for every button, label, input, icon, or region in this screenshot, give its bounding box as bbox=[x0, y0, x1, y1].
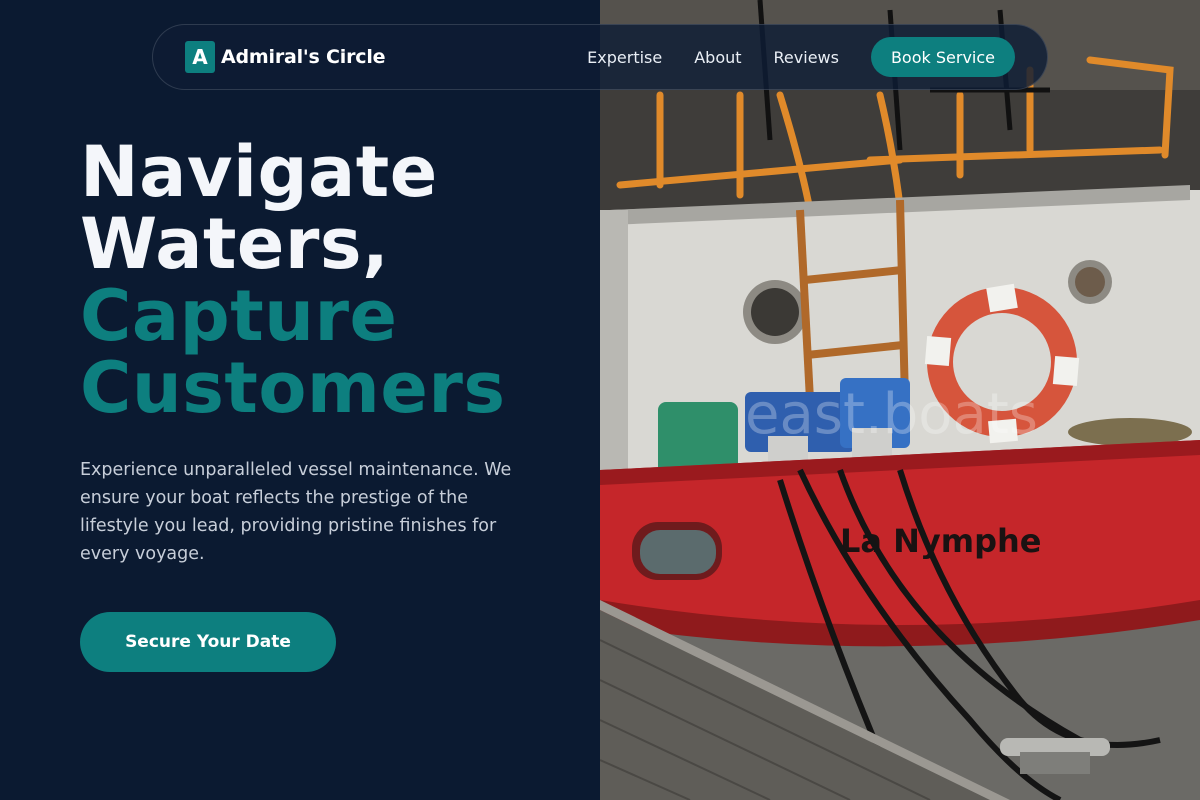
hero-description: Experience unparalleled vessel maintenan… bbox=[80, 460, 512, 564]
nav-link-about[interactable]: About bbox=[694, 48, 741, 67]
hero-heading: Navigate Waters, Capture Customers bbox=[80, 136, 560, 424]
brand-logo[interactable]: A Admiral's Circle bbox=[185, 41, 386, 73]
hero-section: Navigate Waters, Capture Customers Exper… bbox=[80, 136, 560, 672]
hero-photo: La Nymphe east.boats bbox=[600, 0, 1200, 800]
watermark-text: east.boats bbox=[745, 382, 1038, 447]
nav-link-expertise[interactable]: Expertise bbox=[587, 48, 662, 67]
top-navbar: A Admiral's Circle Expertise About Revie… bbox=[152, 24, 1048, 90]
hero-heading-line-1: Navigate bbox=[80, 131, 438, 213]
hero-heading-line-3: Capture bbox=[80, 275, 398, 357]
secure-date-button[interactable]: Secure Your Date bbox=[80, 612, 336, 672]
hero-heading-line-4: Customers bbox=[80, 347, 506, 429]
brand-name: Admiral's Circle bbox=[221, 46, 386, 68]
nav-link-reviews[interactable]: Reviews bbox=[774, 48, 839, 67]
hero-heading-line-2: Waters, bbox=[80, 203, 390, 285]
brand-mark-icon: A bbox=[185, 41, 215, 73]
nav-links: Expertise About Reviews Book Service bbox=[587, 37, 1015, 77]
book-service-button[interactable]: Book Service bbox=[870, 37, 1015, 77]
